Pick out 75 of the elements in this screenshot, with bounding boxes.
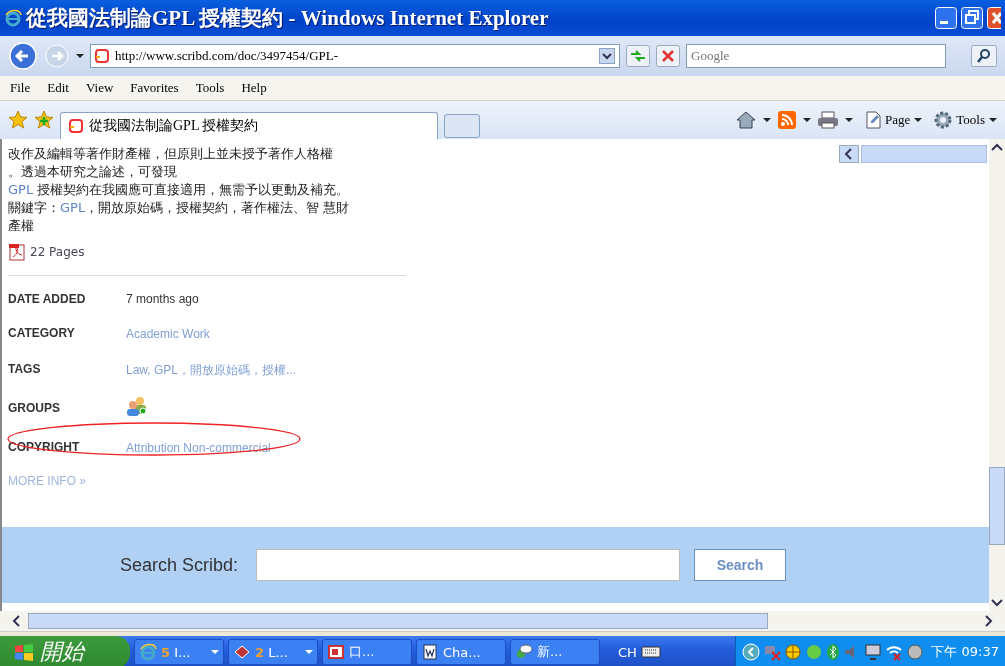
abstract-line: 。透過本研究之論述，可發現 [8, 163, 178, 181]
wifi-icon[interactable] [885, 643, 904, 661]
abstract-line: 產權 [8, 217, 35, 235]
add-favorite-icon[interactable] [34, 110, 54, 130]
search-button[interactable] [971, 45, 997, 67]
search-label: Search Scribd: [120, 554, 239, 576]
home-icon[interactable] [735, 110, 757, 130]
detail-value: 7 months ago [126, 292, 200, 306]
scrollbar-thumb[interactable] [989, 467, 1005, 545]
caret-icon[interactable] [989, 117, 997, 123]
keyboard-icon[interactable] [640, 645, 661, 659]
menu-item[interactable]: Tools [195, 78, 234, 98]
pdf-icon [8, 243, 26, 261]
abstract-line: 關鍵字：GPL，開放原始碼，授權契約，著作權法、智 慧財 [8, 199, 351, 217]
close-button[interactable] [987, 7, 1001, 29]
group-icon [126, 396, 148, 416]
stop-button[interactable] [656, 45, 680, 67]
command-button[interactable]: Page [865, 111, 923, 129]
clock: 下午 09:37 [931, 643, 999, 661]
language-indicator[interactable]: CH [618, 644, 637, 660]
detail-label: CATEGORY [8, 325, 76, 340]
ie-logo-icon [4, 9, 22, 27]
rss-icon[interactable] [777, 110, 797, 130]
menu-item[interactable]: View [85, 78, 123, 98]
monitor-icon[interactable] [864, 643, 883, 661]
disc-icon[interactable] [906, 643, 925, 661]
menu-item[interactable]: Help [241, 78, 276, 98]
caret-icon[interactable] [914, 117, 923, 123]
detail-label: DATE ADDED [8, 292, 87, 306]
restore-button[interactable] [961, 7, 983, 29]
taskbar-button[interactable]: 口... [322, 639, 412, 665]
address-field[interactable]: http://www.scribd.com/doc/3497454/GPL- [90, 44, 620, 68]
printer-icon[interactable] [817, 110, 839, 130]
browser-tab[interactable]: 從我國法制論GPL 授權契約 [60, 111, 438, 139]
globe-icon[interactable] [784, 643, 803, 661]
start-button[interactable]: 開始 [0, 636, 130, 666]
taskbar-button[interactable]: 2 L... [228, 639, 318, 665]
scrollbar-thumb[interactable] [28, 613, 768, 629]
window-title: 從我國法制論GPL 授權契約 - Windows Internet Explorer [26, 5, 550, 32]
gear-icon [934, 111, 953, 129]
detail-label: GROUPS [8, 401, 61, 415]
page-count: 22 Pages [30, 245, 85, 259]
abstract-line: GPL 授權契約在我國應可直接適用，無需予以更動及補充。 [8, 181, 351, 199]
minimize-button[interactable] [935, 7, 957, 29]
command-button[interactable]: Tools [934, 111, 997, 129]
scroll-left-button[interactable] [839, 145, 859, 163]
menu-item[interactable]: Favorites [130, 78, 188, 98]
caret-icon[interactable] [845, 117, 853, 123]
scribd-icon [95, 49, 109, 63]
document-icon [421, 643, 439, 661]
favorites-star-icon[interactable] [8, 110, 28, 130]
scrollbar-thumb[interactable] [861, 145, 987, 163]
dropdown-button[interactable] [599, 48, 615, 64]
search-field[interactable]: Google [686, 44, 946, 68]
caret-icon[interactable] [803, 117, 811, 123]
bluetooth-icon[interactable] [826, 643, 841, 661]
taskbar-button[interactable]: Cha... [416, 639, 506, 665]
caret-icon[interactable] [76, 53, 84, 59]
page-icon [865, 111, 881, 129]
ie-logo-icon [139, 643, 157, 661]
scribd-search-field[interactable] [256, 549, 681, 581]
detail-label: TAGS [8, 362, 42, 376]
caret-icon[interactable] [763, 117, 771, 123]
back-button[interactable] [8, 42, 38, 70]
window-icon [327, 643, 345, 661]
taskbar-button[interactable]: 新... [510, 639, 600, 665]
menu-item[interactable]: File [10, 78, 40, 98]
search-button[interactable]: Search [694, 549, 787, 581]
chevron-icon[interactable] [742, 643, 761, 661]
scribd-icon [69, 118, 83, 133]
refresh-button[interactable] [626, 45, 650, 67]
windows-flag-icon [14, 643, 34, 661]
abstract-line: 改作及編輯等著作財產權，但原則上並未授予著作人格權 [8, 145, 334, 163]
taskbar-button[interactable]: 5 I... [134, 639, 224, 665]
menu-item[interactable]: Edit [47, 78, 78, 98]
